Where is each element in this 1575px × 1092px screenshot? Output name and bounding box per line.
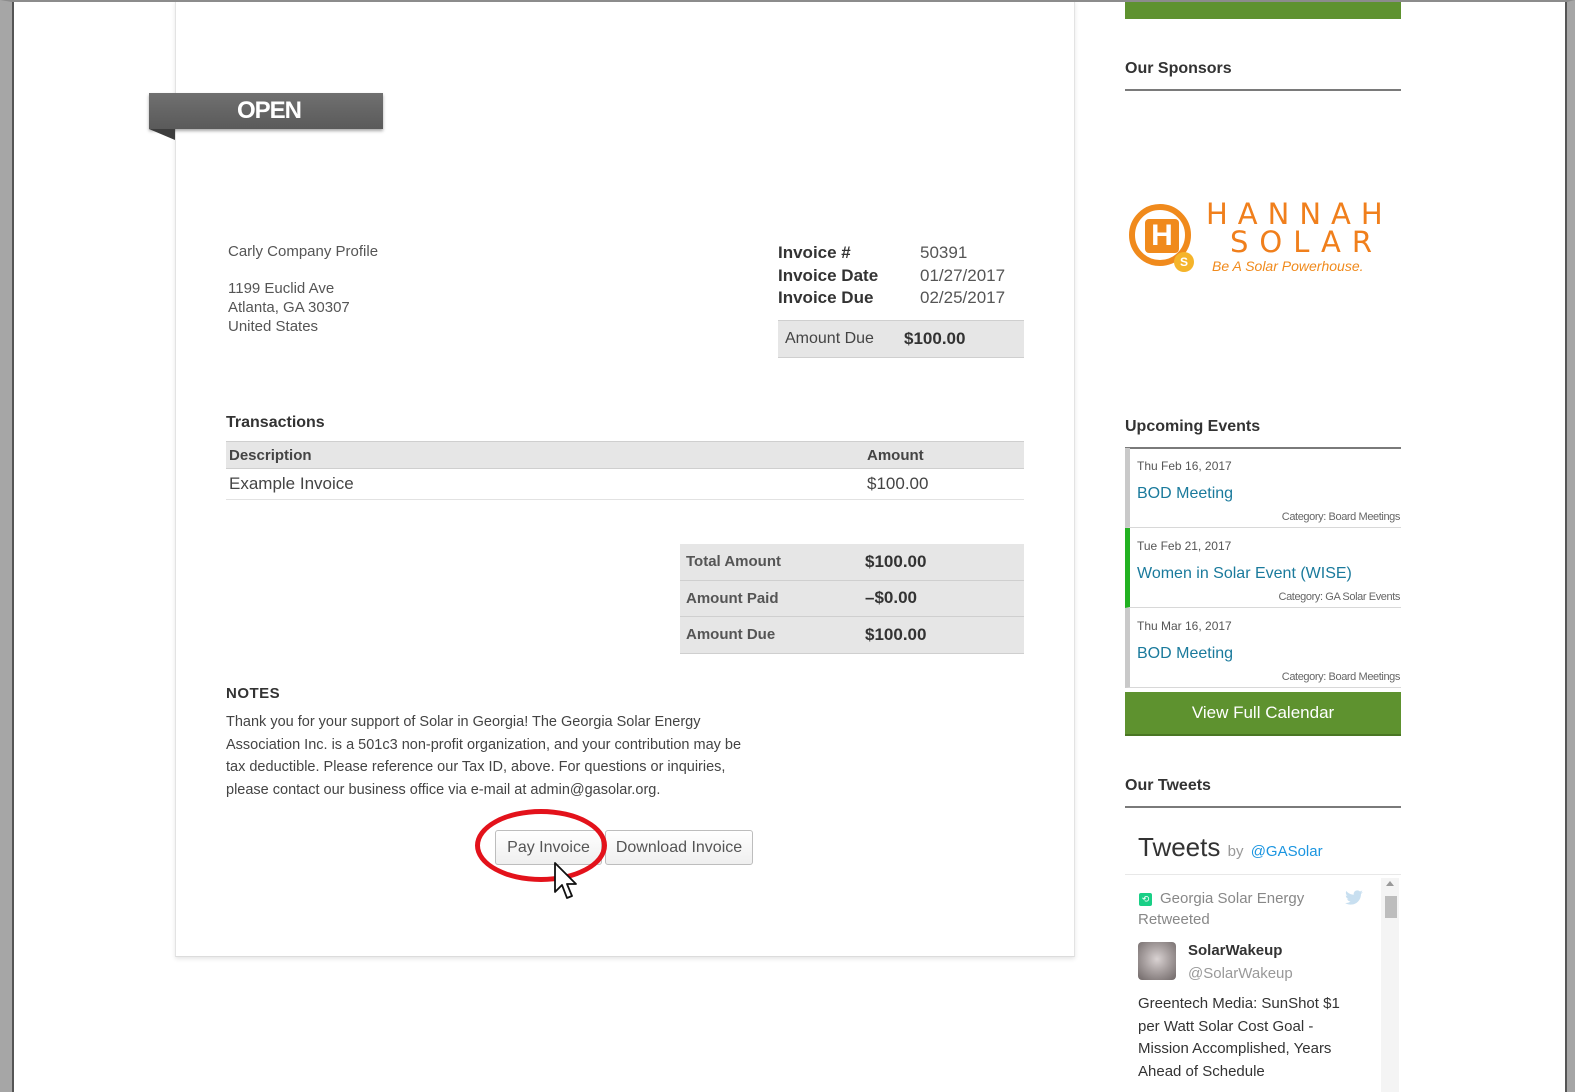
column-header-amount: Amount [864, 441, 1024, 469]
twitter-widget: Tweets by @GASolar ⟲ Georgia Solar Energ… [1125, 822, 1401, 1092]
column-header-description: Description [226, 441, 864, 469]
event-item[interactable]: Tue Feb 21, 2017 Women in Solar Event (W… [1125, 528, 1401, 608]
logo-name-line2: SOLAR [1230, 225, 1384, 259]
table-row: Example Invoice $100.00 [226, 468, 1024, 500]
notes-text: Thank you for your support of Solar in G… [226, 714, 742, 798]
meta-label: Invoice # [778, 243, 851, 262]
event-title-link[interactable]: BOD Meeting [1137, 485, 1233, 503]
retweeter-name[interactable]: Georgia Solar Energy [1160, 890, 1304, 907]
logo-name-line1: HANNAH [1206, 197, 1393, 231]
meta-row-number: Invoice # 50391 [778, 242, 1005, 265]
scroll-thumb[interactable] [1385, 896, 1397, 918]
tweets-handle-link[interactable]: @GASolar [1251, 843, 1323, 860]
amount-due-label: Amount Due [785, 330, 874, 347]
twitter-divider [1125, 874, 1401, 875]
tweet-user-name[interactable]: SolarWakeup [1188, 942, 1282, 959]
event-title-link[interactable]: Women in Solar Event (WISE) [1137, 565, 1352, 583]
hannah-solar-logo[interactable]: H S HANNAH SOLAR Be A Solar Powerhouse. [1128, 198, 1393, 280]
totals-label: Total Amount [680, 543, 862, 581]
retweeted-label: Retweeted [1138, 911, 1210, 928]
tweets-by: by [1227, 843, 1244, 860]
twitter-bird-icon[interactable] [1344, 890, 1364, 906]
event-category: Category: GA Solar Events [1278, 591, 1401, 603]
meta-value: 02/25/2017 [920, 288, 1006, 307]
row-description: Example Invoice [226, 468, 864, 500]
totals-row-due: Amount Due $100.00 [680, 616, 1024, 654]
amount-due-value: $100.00 [904, 329, 966, 348]
sidebar-top-button-edge[interactable] [1125, 0, 1401, 19]
twitter-widget-header[interactable]: Tweets by @GASolar [1138, 832, 1323, 863]
logo-tagline: Be A Solar Powerhouse. [1212, 258, 1364, 274]
totals-label: Amount Due [680, 616, 862, 654]
tweet-user-handle[interactable]: @SolarWakeup [1188, 965, 1293, 982]
table-header-row: Description Amount [226, 441, 1024, 469]
pay-invoice-button[interactable]: Pay Invoice [495, 830, 602, 865]
totals-label: Amount Paid [680, 579, 862, 617]
event-title-link[interactable]: BOD Meeting [1137, 645, 1233, 663]
meta-label: Invoice Due [778, 288, 874, 307]
address-line2: Atlanta, GA 30307 [228, 299, 350, 316]
logo-badge: S [1174, 252, 1194, 272]
download-invoice-button[interactable]: Download Invoice [605, 830, 753, 865]
status-ribbon: OPEN [149, 93, 383, 129]
event-item[interactable]: Thu Mar 16, 2017 BOD Meeting Category: B… [1125, 608, 1401, 688]
bill-to-company: Carly Company Profile [228, 243, 379, 260]
events-heading: Upcoming Events [1125, 418, 1401, 449]
event-date: Tue Feb 21, 2017 [1137, 539, 1232, 553]
totals-value: $100.00 [862, 616, 1024, 654]
tweets-heading: Our Tweets [1125, 777, 1401, 808]
tweet-text: Greentech Media: SunShot $1 per Watt Sol… [1138, 995, 1340, 1080]
row-amount: $100.00 [864, 468, 1024, 500]
meta-value: 01/27/2017 [920, 265, 1006, 285]
meta-row-date: Invoice Date 01/27/2017 [778, 265, 1005, 288]
event-date: Thu Mar 16, 2017 [1137, 619, 1232, 633]
avatar[interactable] [1138, 942, 1176, 980]
bill-to-address: Carly Company Profile 1199 Euclid Ave At… [228, 242, 378, 336]
address-line1: 1199 Euclid Ave [228, 280, 335, 297]
transactions-title: Transactions [226, 414, 325, 431]
amount-due-box: Amount Due $100.00 [778, 320, 1024, 358]
notes-title: NOTES [226, 685, 281, 702]
event-date: Thu Feb 16, 2017 [1137, 459, 1232, 473]
tweets-title: Tweets [1138, 832, 1221, 862]
meta-value: 50391 [920, 243, 968, 262]
event-category: Category: Board Meetings [1281, 511, 1401, 523]
event-category: Category: Board Meetings [1281, 671, 1401, 683]
tweets-scrollbar[interactable] [1381, 878, 1399, 1092]
totals-table: Total Amount $100.00 Amount Paid –$0.00 … [680, 543, 1024, 654]
totals-value: –$0.00 [862, 579, 1024, 617]
address-country: United States [228, 318, 319, 335]
event-item[interactable]: Thu Feb 16, 2017 BOD Meeting Category: B… [1125, 448, 1401, 528]
totals-row-paid: Amount Paid –$0.00 [680, 579, 1024, 617]
transactions-table: Description Amount Example Invoice $100.… [226, 441, 1024, 500]
view-full-calendar-button[interactable]: View Full Calendar [1125, 692, 1401, 736]
ribbon-fold [149, 129, 175, 140]
retweet-icon: ⟲ [1139, 893, 1152, 906]
invoice-meta: Invoice # 50391 Invoice Date 01/27/2017 … [778, 242, 1005, 310]
mouse-cursor-icon [554, 862, 577, 899]
totals-value: $100.00 [862, 543, 1024, 581]
totals-row-total: Total Amount $100.00 [680, 543, 1024, 581]
meta-label: Invoice Date [778, 265, 879, 285]
logo-mark: H [1145, 219, 1179, 253]
scroll-up-icon[interactable] [1386, 881, 1394, 886]
meta-row-due: Invoice Due 02/25/2017 [778, 287, 1005, 310]
sponsors-heading: Our Sponsors [1125, 60, 1401, 91]
